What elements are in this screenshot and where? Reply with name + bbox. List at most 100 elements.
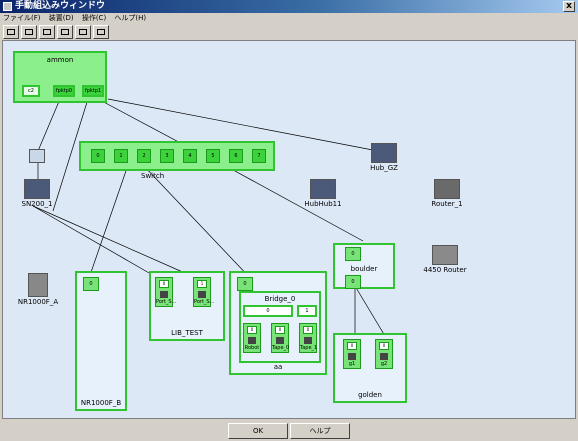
group-tag[interactable]: 0 xyxy=(237,277,253,291)
switch-port[interactable]: 6 xyxy=(229,149,243,163)
sub-label: Robot xyxy=(244,345,260,351)
device-icon xyxy=(198,291,206,298)
sub-label: Port_S... xyxy=(156,299,177,305)
hub-icon xyxy=(371,143,397,163)
toolbar-button-4[interactable] xyxy=(57,25,73,39)
sub-device[interactable]: 0 g2 xyxy=(375,339,393,369)
device-label: Router_1 xyxy=(431,200,463,208)
switch-port[interactable]: 7 xyxy=(252,149,266,163)
toolbar-button-5[interactable] xyxy=(75,25,91,39)
menu-bar: ファイル(F) 装置(D) 操作(C) ヘルプ(H) xyxy=(0,13,578,24)
app-icon xyxy=(3,2,12,11)
toolbar-button-3[interactable] xyxy=(39,25,55,39)
switch-icon xyxy=(24,179,50,199)
sub-label: g2 xyxy=(380,361,388,367)
device-hubhub11[interactable]: HubHub11 xyxy=(303,179,343,208)
device-icon xyxy=(160,291,168,298)
switch-port[interactable]: 0 xyxy=(91,149,105,163)
switch-port[interactable]: 3 xyxy=(160,149,174,163)
device-hub-gz[interactable]: Hub_GZ xyxy=(369,143,399,172)
sub-port: 0 xyxy=(275,326,285,334)
sub-label: g1 xyxy=(348,361,356,367)
bridge-port[interactable]: 1 xyxy=(297,305,317,317)
device-small-icon xyxy=(29,149,45,163)
device-small[interactable] xyxy=(27,149,47,163)
menu-help[interactable]: ヘルプ(H) xyxy=(111,13,149,24)
device-label: HubHub11 xyxy=(304,200,342,208)
group-golden[interactable]: 0 g1 0 g2 golden xyxy=(333,333,407,403)
title-bar: 手動組込みウィンドウ x xyxy=(0,0,578,13)
device-label: 4450 Router xyxy=(423,266,467,274)
switch-port[interactable]: 1 xyxy=(114,149,128,163)
device-nr1000f-a[interactable]: NR1000F_A xyxy=(17,273,59,306)
group-bridge[interactable]: Bridge_0 0 1 0 Robot 0 Tape_0 0 Tape_1 xyxy=(239,291,321,363)
toolbar-button-6[interactable] xyxy=(93,25,109,39)
group-port[interactable]: 0 xyxy=(345,247,361,261)
sub-device[interactable]: 1 Port_S... xyxy=(193,277,215,307)
sub-label: Port_S... xyxy=(194,299,215,305)
group-label: golden xyxy=(358,391,382,399)
sub-port: 0 xyxy=(159,280,169,288)
switch-port[interactable]: 2 xyxy=(137,149,151,163)
device-label: SN200_1 xyxy=(21,200,53,208)
device-label: Hub_GZ xyxy=(370,164,398,172)
group-label: boulder xyxy=(350,265,378,273)
tool-icon xyxy=(25,29,33,35)
sub-label: Tape_1 xyxy=(300,345,318,351)
toolbar-button-2[interactable] xyxy=(21,25,37,39)
group-nr1000f-b[interactable]: 0 NR1000F_B xyxy=(75,271,127,411)
device-label: NR1000F_A xyxy=(17,298,59,306)
help-button[interactable]: ヘルプ xyxy=(290,423,350,439)
group-label: Bridge_0 xyxy=(264,295,296,303)
tool-icon xyxy=(61,29,69,35)
network-canvas[interactable]: ammon c2 fpktp0 fpktp1 0 1 2 3 4 5 6 7 S… xyxy=(2,40,576,419)
bridge-port[interactable]: 0 xyxy=(243,305,293,317)
switch-port[interactable]: 5 xyxy=(206,149,220,163)
group-boulder[interactable]: 0 boulder 0 xyxy=(333,243,395,289)
window-title: 手動組込みウィンドウ xyxy=(15,1,106,11)
device-sn200[interactable]: SN200_1 xyxy=(19,179,55,208)
server-icon xyxy=(28,273,48,297)
port-fpktp1[interactable]: fpktp1 xyxy=(82,85,104,97)
device-icon xyxy=(380,353,388,360)
menu-file[interactable]: ファイル(F) xyxy=(0,13,44,24)
tool-icon xyxy=(43,29,51,35)
tool-icon xyxy=(97,29,105,35)
menu-operation[interactable]: 操作(C) xyxy=(79,13,109,24)
hub-icon xyxy=(310,179,336,199)
device-icon xyxy=(348,353,356,360)
sub-device[interactable]: 0 Tape_0 xyxy=(271,323,289,353)
group-lib-test[interactable]: 0 Port_S... 1 Port_S... LIB_TEST xyxy=(149,271,225,341)
group-label: LIB_TEST xyxy=(171,329,203,337)
device-4450-router[interactable]: 4450 Router xyxy=(423,245,467,274)
sub-device[interactable]: 0 Tape_1 xyxy=(299,323,317,353)
group-tag[interactable]: 0 xyxy=(83,277,99,291)
tool-icon xyxy=(79,29,87,35)
group-port[interactable]: 0 xyxy=(345,275,361,289)
sub-port: 0 xyxy=(379,342,389,350)
group-switch[interactable]: 0 1 2 3 4 5 6 7 xyxy=(79,141,275,171)
ok-button[interactable]: OK xyxy=(228,423,288,439)
router-icon xyxy=(432,245,458,265)
switch-label: Switch xyxy=(141,172,165,180)
group-label: aa xyxy=(273,363,283,371)
sub-device[interactable]: 0 Port_S... xyxy=(155,277,177,307)
device-icon xyxy=(276,337,284,344)
sub-port: 0 xyxy=(247,326,257,334)
tool-icon xyxy=(7,29,15,35)
menu-device[interactable]: 装置(D) xyxy=(46,13,77,24)
device-router-1[interactable]: Router_1 xyxy=(430,179,464,208)
group-ammon[interactable]: ammon c2 fpktp0 fpktp1 xyxy=(13,51,107,103)
group-label: ammon xyxy=(46,56,74,64)
sub-label: Tape_0 xyxy=(272,345,290,351)
toolbar-button-1[interactable] xyxy=(3,25,19,39)
router-icon xyxy=(434,179,460,199)
sub-device[interactable]: 0 g1 xyxy=(343,339,361,369)
port-c2[interactable]: c2 xyxy=(22,85,40,97)
port-fpktp0[interactable]: fpktp0 xyxy=(53,85,75,97)
device-icon xyxy=(304,337,312,344)
close-button[interactable]: x xyxy=(563,1,575,12)
sub-device[interactable]: 0 Robot xyxy=(243,323,261,353)
sub-port: 0 xyxy=(303,326,313,334)
switch-port[interactable]: 4 xyxy=(183,149,197,163)
